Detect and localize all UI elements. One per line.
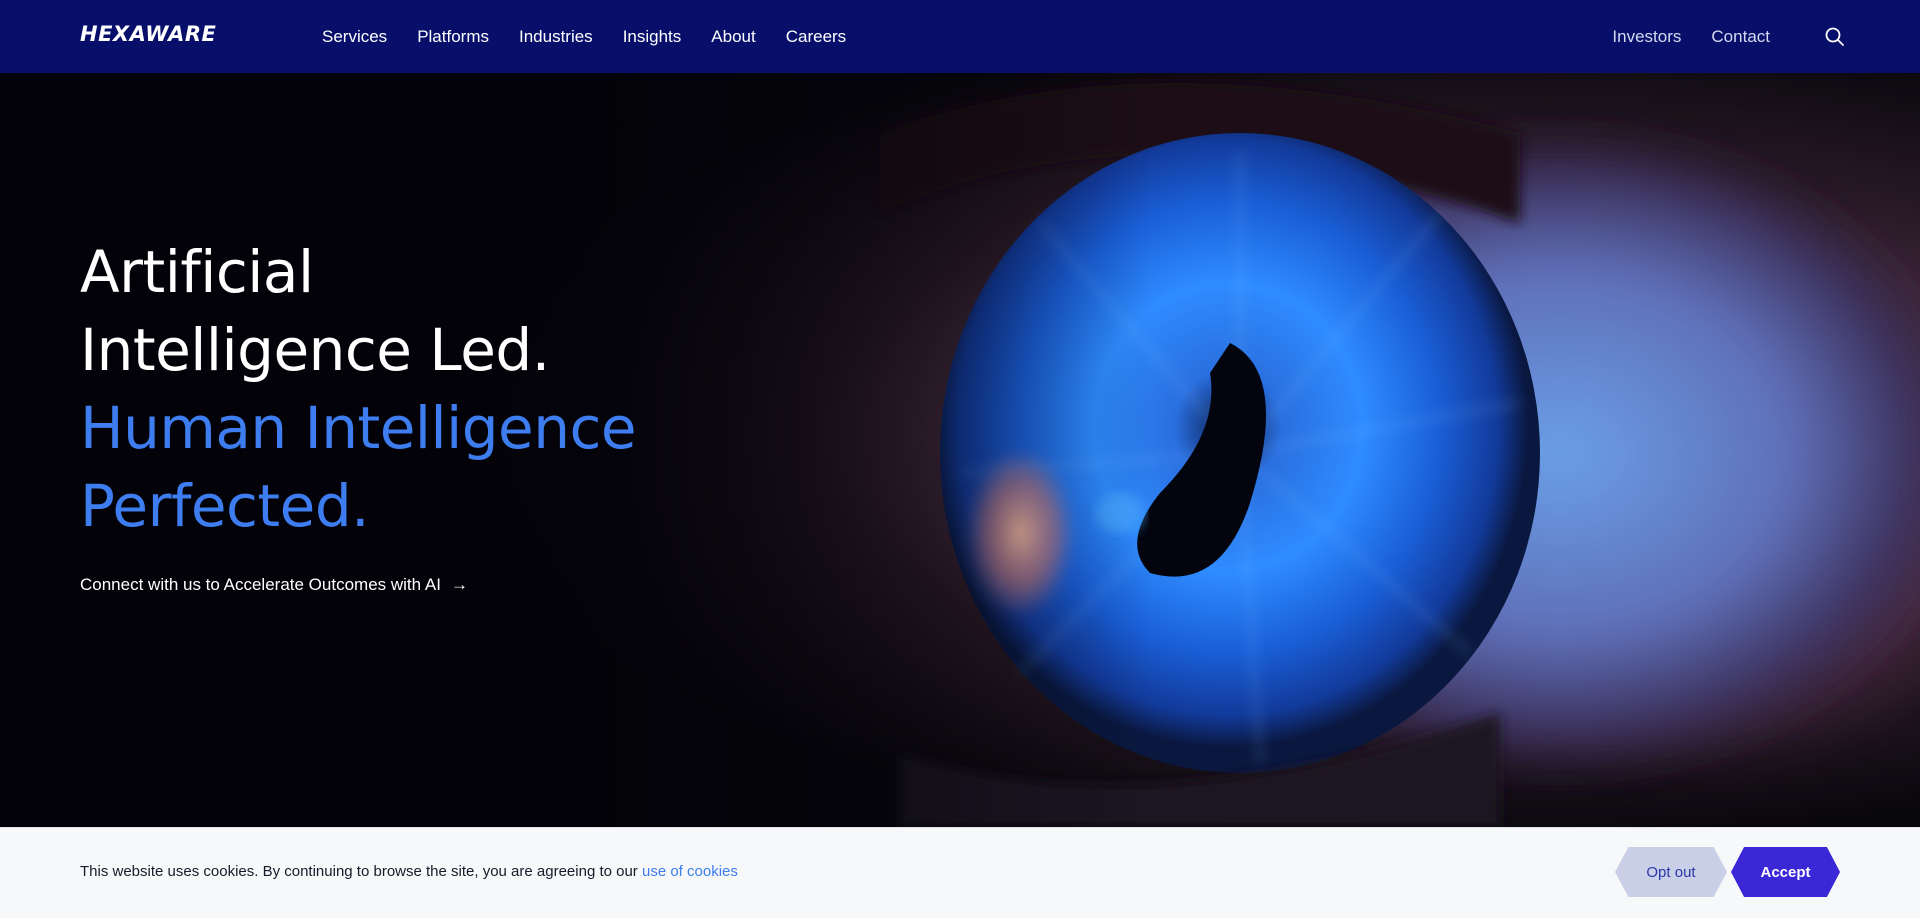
cookie-message-text: This website uses cookies. By continuing…	[80, 863, 642, 880]
hero-cta-label: Connect with us to Accelerate Outcomes w…	[80, 575, 441, 594]
nav-item-industries[interactable]: Industries	[519, 27, 593, 47]
cookie-policy-link[interactable]: use of cookies	[642, 863, 738, 880]
hexaware-logo[interactable]: HEXAWARE	[80, 22, 216, 46]
site-header: HEXAWARE Services Platforms Industries I…	[0, 0, 1920, 73]
hero-line-4: Perfected.	[80, 472, 370, 540]
nav-item-platforms[interactable]: Platforms	[417, 27, 489, 47]
hero-line-2: Intelligence Led.	[80, 316, 550, 384]
cookie-banner: This website uses cookies. By continuing…	[0, 827, 1920, 918]
hero-cta-link[interactable]: Connect with us to Accelerate Outcomes w…	[80, 575, 468, 595]
cookie-message: This website uses cookies. By continuing…	[80, 863, 738, 880]
nav-item-contact[interactable]: Contact	[1711, 27, 1770, 47]
nav-item-about[interactable]: About	[711, 27, 755, 47]
opt-out-button[interactable]: Opt out	[1615, 847, 1727, 897]
hero-section: Artificial Intelligence Led. Human Intel…	[0, 73, 1920, 827]
nav-item-investors[interactable]: Investors	[1612, 27, 1681, 47]
hero-content: Artificial Intelligence Led. Human Intel…	[80, 233, 780, 595]
secondary-nav: Investors Contact	[1612, 0, 1770, 73]
main-nav: Services Platforms Industries Insights A…	[322, 0, 846, 73]
search-button[interactable]	[1824, 26, 1846, 48]
arrow-right-icon: →	[450, 575, 468, 594]
page: HEXAWARE Services Platforms Industries I…	[0, 0, 1920, 918]
hero-line-3: Human Intelligence	[80, 394, 637, 462]
accept-button[interactable]: Accept	[1731, 847, 1840, 897]
hero-headline: Artificial Intelligence Led. Human Intel…	[80, 233, 780, 545]
nav-item-insights[interactable]: Insights	[623, 27, 682, 47]
nav-item-services[interactable]: Services	[322, 27, 387, 47]
hero-line-1: Artificial	[80, 238, 314, 306]
search-icon	[1825, 27, 1844, 46]
nav-item-careers[interactable]: Careers	[786, 27, 846, 47]
